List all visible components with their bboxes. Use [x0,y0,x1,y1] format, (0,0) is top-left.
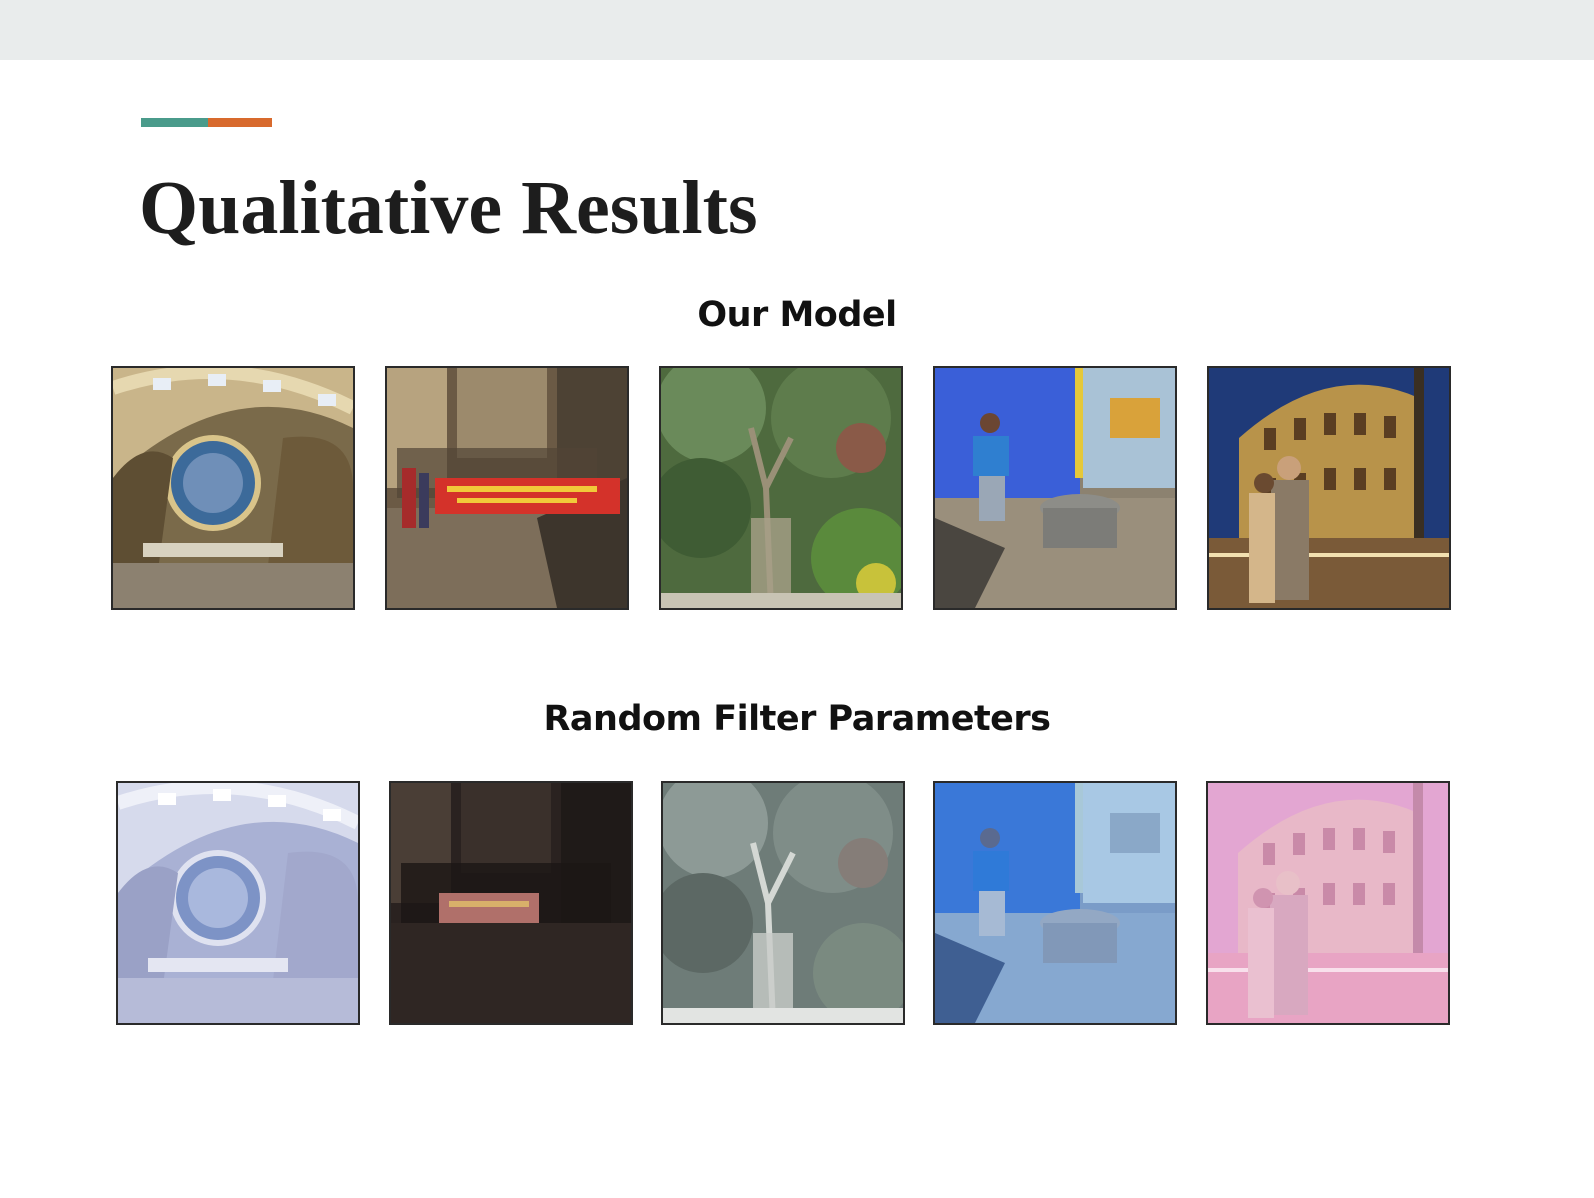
result-image-street-protest [385,366,629,610]
result-image-forest [659,366,903,610]
result-image-man-blue-wall [933,366,1177,610]
slide-title: Qualitative Results [139,166,758,250]
random-filter-image-man-blue-wall [933,781,1177,1025]
accent-bar-orange [208,118,272,127]
image-row-random-filter [0,781,1594,1029]
random-filter-image-dome [116,781,360,1025]
top-bar [0,0,1594,60]
section-heading-our-model: Our Model [697,295,897,335]
random-filter-image-street-protest [389,781,633,1025]
random-filter-image-colosseum [1206,781,1450,1025]
random-filter-image-forest [661,781,905,1025]
result-image-colosseum [1207,366,1451,610]
result-image-dome [111,366,355,610]
image-row-our-model [0,366,1594,614]
accent-bar-teal [141,118,208,127]
section-heading-random-filter: Random Filter Parameters [543,699,1051,739]
